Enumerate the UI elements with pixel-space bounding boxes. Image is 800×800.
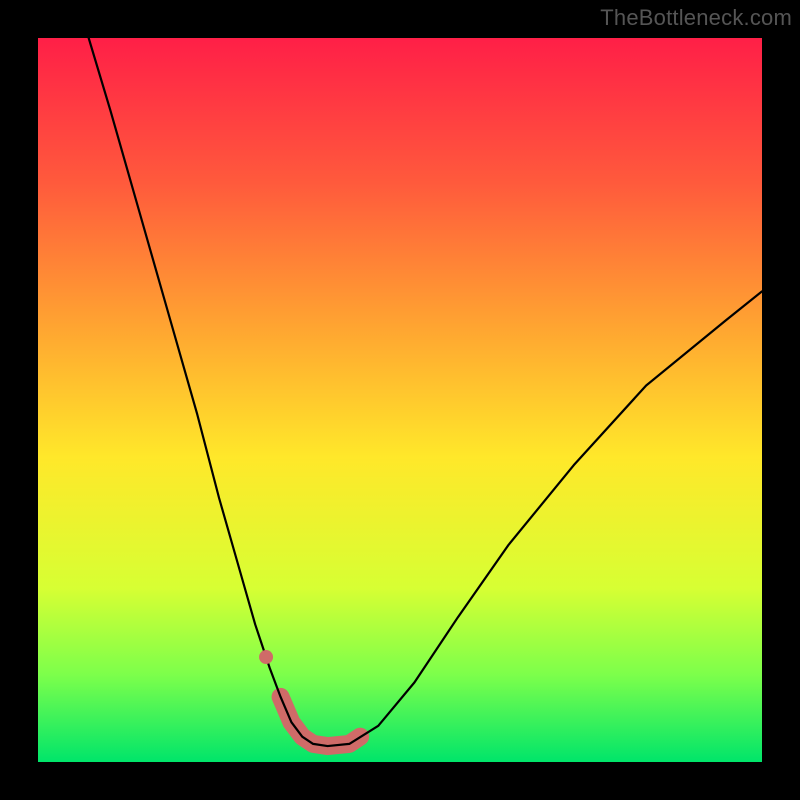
watermark-text: TheBottleneck.com (600, 5, 792, 31)
curve-path (89, 38, 762, 746)
chart-svg (38, 38, 762, 762)
marker-dot (259, 650, 273, 664)
trough-highlight (281, 697, 361, 746)
plot-area (38, 38, 762, 762)
chart-frame: TheBottleneck.com (0, 0, 800, 800)
